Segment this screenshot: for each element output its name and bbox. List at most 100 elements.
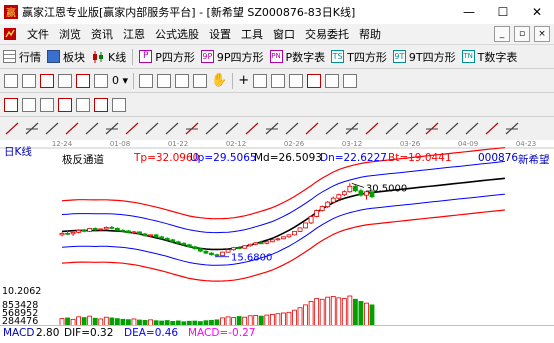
panel-title: 日K线 (4, 146, 32, 158)
close-button[interactable]: ✕ (520, 0, 554, 24)
candle-body (170, 239, 176, 243)
menu-gann[interactable]: 江恩 (118, 26, 150, 42)
menu-browse[interactable]: 浏览 (54, 26, 86, 42)
warning-icon[interactable] (94, 97, 108, 112)
scale-icon[interactable] (58, 73, 72, 88)
9t-square-button[interactable]: 9T 9T四方形 (390, 47, 459, 66)
candle-body (281, 236, 286, 240)
zoom-out-icon[interactable] (157, 73, 172, 88)
period-select[interactable]: 0 ▾ (110, 71, 130, 90)
menu-trade-order[interactable]: 交易委托 (300, 26, 354, 42)
bookmark-icon[interactable] (112, 97, 126, 112)
volume-bar (292, 309, 297, 326)
candle-body (330, 197, 336, 203)
sector-label: 板块 (63, 50, 85, 64)
draw-tool-icon (245, 122, 259, 134)
layout-icon[interactable] (289, 73, 304, 88)
app-menu-icon[interactable] (4, 28, 16, 40)
candle-body (131, 231, 137, 234)
stock-code: 000876 (478, 152, 519, 164)
candle-body (181, 242, 187, 246)
toolbar-separator (132, 48, 134, 65)
menu-formula-screen[interactable]: 公式选股 (150, 26, 204, 42)
hand-tool-icon[interactable]: ✋ (209, 71, 229, 90)
zoom-in-icon[interactable] (139, 73, 154, 88)
crosshair-icon[interactable]: + (236, 71, 251, 90)
p-square-button[interactable]: P P四方形 (136, 47, 198, 66)
t-number-table-button[interactable]: TN T数字表 (459, 47, 521, 66)
low-price-label: 15.6800 (231, 253, 272, 264)
kline-chart[interactable]: 12-24 01-08 01-22 02-12 02-26 03-12 03-26 04-09… (0, 140, 554, 326)
candle-body (303, 222, 308, 229)
macd-label: MACD (3, 327, 35, 339)
date-tick-label: 01-22 (168, 140, 188, 148)
volume-bar (369, 304, 375, 326)
maximize-button[interactable]: ☐ (486, 0, 520, 24)
draw-tool-icon (445, 122, 459, 134)
minimize-button[interactable]: — (452, 0, 486, 24)
indicator-icon[interactable] (76, 73, 90, 88)
ruler-icon[interactable] (271, 73, 286, 88)
list-view-icon[interactable] (4, 97, 18, 112)
candle-body (142, 233, 148, 237)
cursor-icon[interactable] (253, 73, 268, 88)
mdi-close-button[interactable]: × (534, 26, 550, 42)
chart-mode-icon[interactable] (40, 73, 54, 88)
candle-body (242, 245, 248, 249)
volume-bar (341, 298, 347, 326)
menu-bar: 文件 浏览 资讯 江恩 公式选股 设置 工具 窗口 交易委托 帮助 _ ▫ × (0, 24, 554, 45)
draw-tool-icon (385, 122, 399, 134)
drawing-toolbar (0, 117, 554, 141)
candle-body (341, 191, 347, 196)
volume-bar (364, 302, 369, 326)
palette-icon[interactable] (307, 73, 322, 88)
9p-square-button[interactable]: 9P 9P四方形 (198, 47, 267, 66)
volume-bar (325, 296, 331, 326)
main-toolbar: 行情 板块 K线 P P四方形 9P 9P四方形 PN P数字表 TS T四方形… (0, 45, 554, 69)
candle-body (92, 228, 98, 231)
kline-button[interactable]: K线 (88, 47, 129, 66)
p-number-table-button[interactable]: PN P数字表 (267, 47, 329, 66)
draw-tool-icon (125, 122, 139, 134)
mdi-minimize-button[interactable]: _ (494, 26, 510, 42)
export-icon[interactable] (343, 73, 358, 88)
menu-window[interactable]: 窗口 (268, 26, 300, 42)
t-number-table-label: T数字表 (477, 50, 518, 64)
kline-label: K线 (108, 50, 127, 64)
menu-tools[interactable]: 工具 (236, 26, 268, 42)
stock-tools-toolbar (0, 93, 554, 117)
volume-bar (303, 304, 308, 326)
t-square-button[interactable]: TS T四方形 (328, 47, 390, 66)
settings-icon[interactable] (22, 73, 36, 88)
menu-news[interactable]: 资讯 (86, 26, 118, 42)
print-icon[interactable] (325, 73, 340, 88)
date-tick-label: 01-08 (110, 140, 130, 148)
p-square-label: P四方形 (155, 50, 195, 64)
svg-text:赢: 赢 (6, 6, 16, 19)
draw-icon[interactable] (175, 73, 190, 88)
candle-body (109, 227, 115, 229)
bt-value: Bt=19.0441 (388, 152, 452, 164)
mdi-restore-button[interactable]: ▫ (514, 26, 530, 42)
high-price-label: 30.5000 (366, 183, 407, 194)
candle-body (114, 228, 120, 231)
grid-view-icon[interactable] (4, 73, 18, 88)
menu-help[interactable]: 帮助 (354, 26, 386, 42)
candle-body (247, 243, 253, 247)
dn-value: Dn=22.6227 (320, 152, 387, 164)
macd-info-bar: MACD 2.80 DIF=0.32 DEA=0.46 MACD=-0.27 (0, 325, 554, 343)
overlay-icon[interactable] (94, 73, 108, 88)
dea-value: DEA=0.46 (124, 327, 179, 339)
kline-chart-panel[interactable]: 12-24 01-08 01-22 02-12 02-26 03-12 03-26 04-09… (0, 140, 554, 342)
menu-file[interactable]: 文件 (22, 26, 54, 42)
volume-bar (314, 298, 320, 326)
sector-button[interactable]: 板块 (44, 47, 88, 66)
quote-button[interactable]: 行情 (0, 47, 44, 66)
trend-icon[interactable] (193, 73, 208, 88)
menu-settings[interactable]: 设置 (204, 26, 236, 42)
finance-icon[interactable] (76, 97, 90, 112)
t-square-label: T四方形 (347, 50, 387, 64)
ranking-icon[interactable] (58, 97, 72, 112)
compare-icon[interactable] (40, 97, 54, 112)
stock-chart-icon[interactable] (22, 97, 36, 112)
